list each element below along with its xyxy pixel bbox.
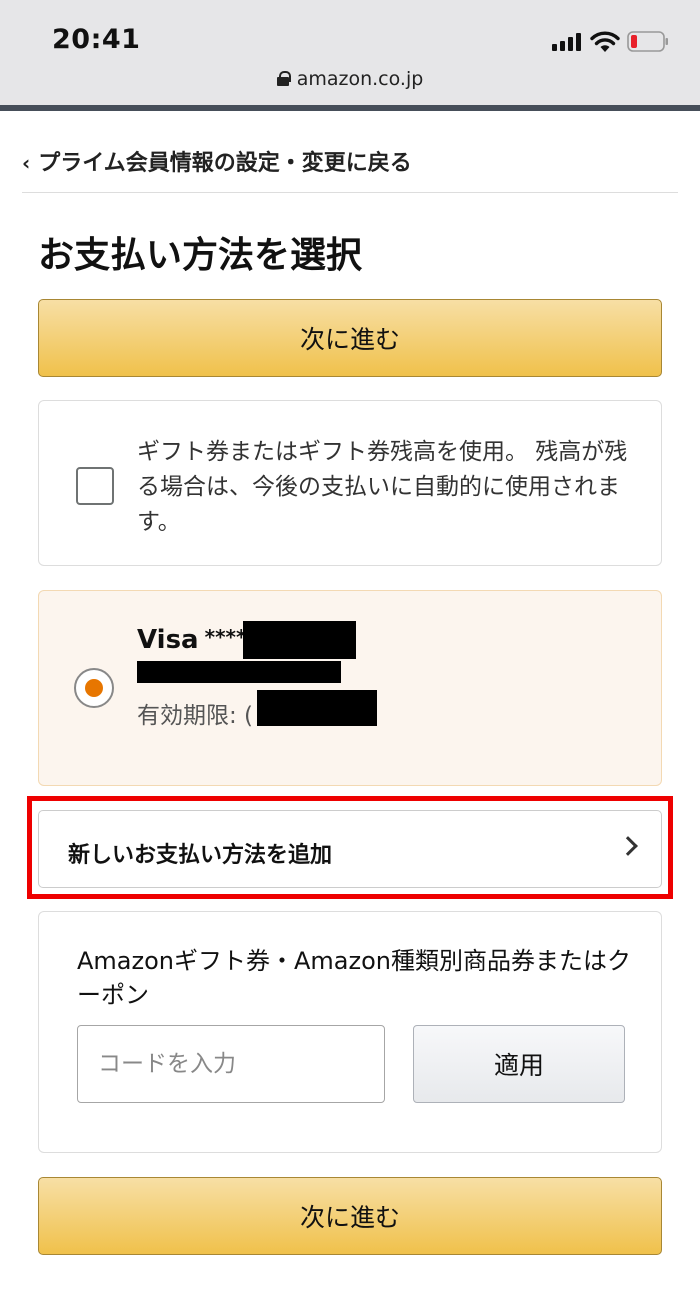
coupon-section: Amazonギフト券・Amazon種類別商品券またはクーポン 適用 <box>38 911 662 1153</box>
continue-button-top[interactable]: 次に進む <box>38 299 662 377</box>
back-link[interactable]: ‹ プライム会員情報の設定・変更に戻る <box>22 145 412 177</box>
cellular-signal-icon <box>552 33 584 51</box>
redacted-cardholder-name <box>137 661 341 683</box>
page-title: お支払い方法を選択 <box>38 235 363 276</box>
apply-button[interactable]: 適用 <box>413 1025 625 1103</box>
card-brand: Visa **** <box>137 625 246 655</box>
card-masked-number: **** <box>204 625 247 649</box>
redacted-card-number <box>243 621 356 659</box>
status-time: 20:41 <box>52 24 141 55</box>
toolbar-divider <box>0 105 700 111</box>
back-link-label: プライム会員情報の設定・変更に戻る <box>38 151 412 176</box>
chevron-right-icon <box>618 836 638 856</box>
continue-button-bottom[interactable]: 次に進む <box>38 1177 662 1255</box>
divider <box>22 192 678 193</box>
gift-card-option: ギフト券またはギフト券残高を使用。 残高が残る場合は、今後の支払いに自動的に使用… <box>38 400 662 566</box>
add-payment-method-button[interactable]: 新しいお支払い方法を追加 <box>38 810 662 888</box>
add-payment-method-label: 新しいお支払い方法を追加 <box>68 843 333 868</box>
battery-low-icon <box>627 31 668 52</box>
card-brand-label: Visa <box>137 625 199 655</box>
address-bar[interactable]: amazon.co.jp <box>0 68 700 90</box>
gift-card-checkbox[interactable] <box>76 467 114 505</box>
redacted-expiry-date <box>257 690 377 726</box>
coupon-label: Amazonギフト券・Amazon種類別商品券またはクーポン <box>77 947 631 1009</box>
coupon-code-input[interactable] <box>77 1025 385 1103</box>
card-expiry: 有効期限: ( <box>137 703 254 729</box>
payment-radio-selected[interactable] <box>74 668 114 708</box>
payment-method-visa[interactable]: Visa **** 有効期限: ( <box>38 590 662 786</box>
browser-chrome: 20:41 amazon.co.jp <box>0 0 700 105</box>
chevron-left-icon: ‹ <box>22 151 31 175</box>
lock-icon <box>276 71 291 86</box>
url-text: amazon.co.jp <box>296 68 424 90</box>
wifi-icon <box>590 31 620 52</box>
gift-card-option-text: ギフト券またはギフト券残高を使用。 残高が残る場合は、今後の支払いに自動的に使用… <box>137 439 628 535</box>
